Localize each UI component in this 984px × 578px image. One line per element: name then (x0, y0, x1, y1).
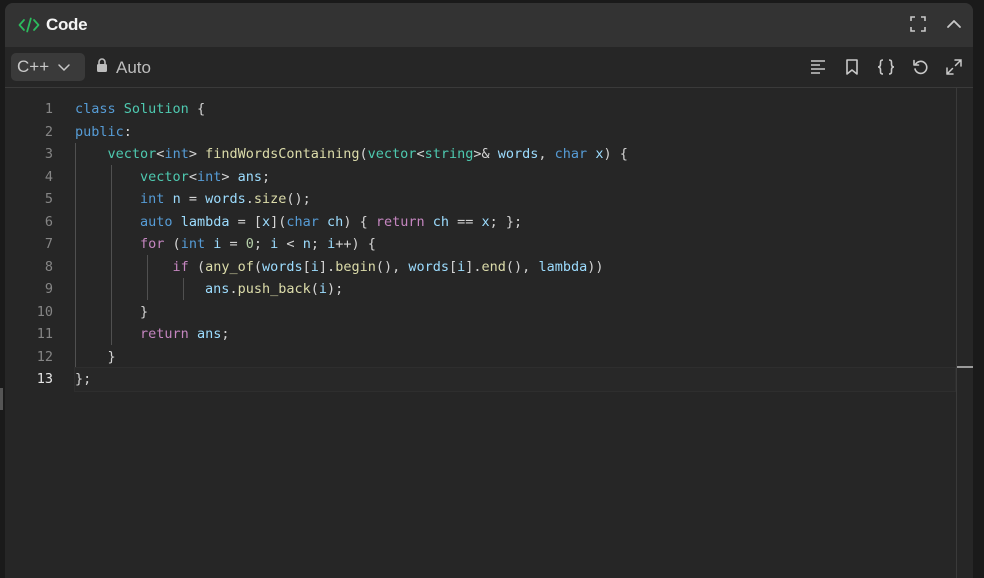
code-line: ans.push_back(i); (205, 281, 344, 297)
expand-icon[interactable] (943, 56, 965, 78)
code-line: vector<int> findWordsContaining(vector<s… (107, 146, 628, 162)
collapse-chevron-up-icon[interactable] (943, 13, 965, 35)
code-line: public: (75, 123, 132, 140)
code-icon (18, 15, 42, 35)
code-line: } (75, 303, 149, 320)
line-number: 6 (44, 213, 53, 230)
panel-header: Code (5, 3, 973, 47)
lock-icon (96, 58, 108, 78)
code-line: return ans; (140, 326, 230, 342)
format-icon[interactable] (807, 56, 829, 78)
braces-icon[interactable] (875, 56, 897, 78)
code-line: vector<int> ans; (140, 168, 271, 185)
code-content[interactable]: class Solution { public: vector<int> fin… (74, 98, 956, 392)
code-line-current: }; (74, 367, 956, 392)
code-line: int n = words.size(); (140, 191, 311, 207)
scrollbar-position-marker (957, 366, 973, 368)
line-number: 12 (36, 348, 53, 365)
code-line: if (any_of(words[i].begin(), words[i].en… (172, 258, 604, 275)
editor-toolbar: C++ Auto (5, 47, 973, 88)
code-line: for (int i = 0; i < n; i++) { (140, 236, 376, 252)
line-number: 8 (44, 258, 53, 275)
panel-title: Code (46, 15, 88, 34)
language-label: C++ (17, 57, 50, 76)
line-number: 13 (36, 371, 53, 387)
fullscreen-icon[interactable] (907, 13, 929, 35)
chevron-down-icon (57, 57, 71, 77)
line-number: 1 (44, 101, 53, 117)
code-panel: Code C++ Auto 1 2 3 4 5 6 7 8 9 10 11 12… (5, 3, 973, 578)
line-number: 11 (36, 326, 53, 342)
code-line: auto lambda = [x](char ch) { return ch =… (140, 213, 523, 230)
line-number: 4 (44, 168, 53, 185)
splitter-handle[interactable] (0, 388, 3, 410)
line-number: 9 (44, 281, 53, 297)
line-number-gutter: 1 2 3 4 5 6 7 8 9 10 11 12 13 (5, 98, 53, 391)
code-line: } (75, 348, 116, 365)
code-line: class Solution { (75, 101, 206, 117)
language-select[interactable]: C++ (11, 53, 85, 81)
line-number: 3 (44, 146, 53, 162)
line-number: 5 (44, 191, 53, 207)
line-number: 7 (44, 236, 53, 252)
reset-icon[interactable] (909, 56, 931, 78)
code-editor[interactable]: 1 2 3 4 5 6 7 8 9 10 11 12 13 class Solu… (5, 88, 973, 578)
auto-mode[interactable]: Auto (96, 58, 151, 78)
auto-label: Auto (116, 58, 151, 77)
line-number: 2 (44, 123, 53, 140)
vertical-scrollbar[interactable] (956, 88, 973, 578)
line-number: 10 (36, 303, 53, 320)
bookmark-icon[interactable] (841, 56, 863, 78)
